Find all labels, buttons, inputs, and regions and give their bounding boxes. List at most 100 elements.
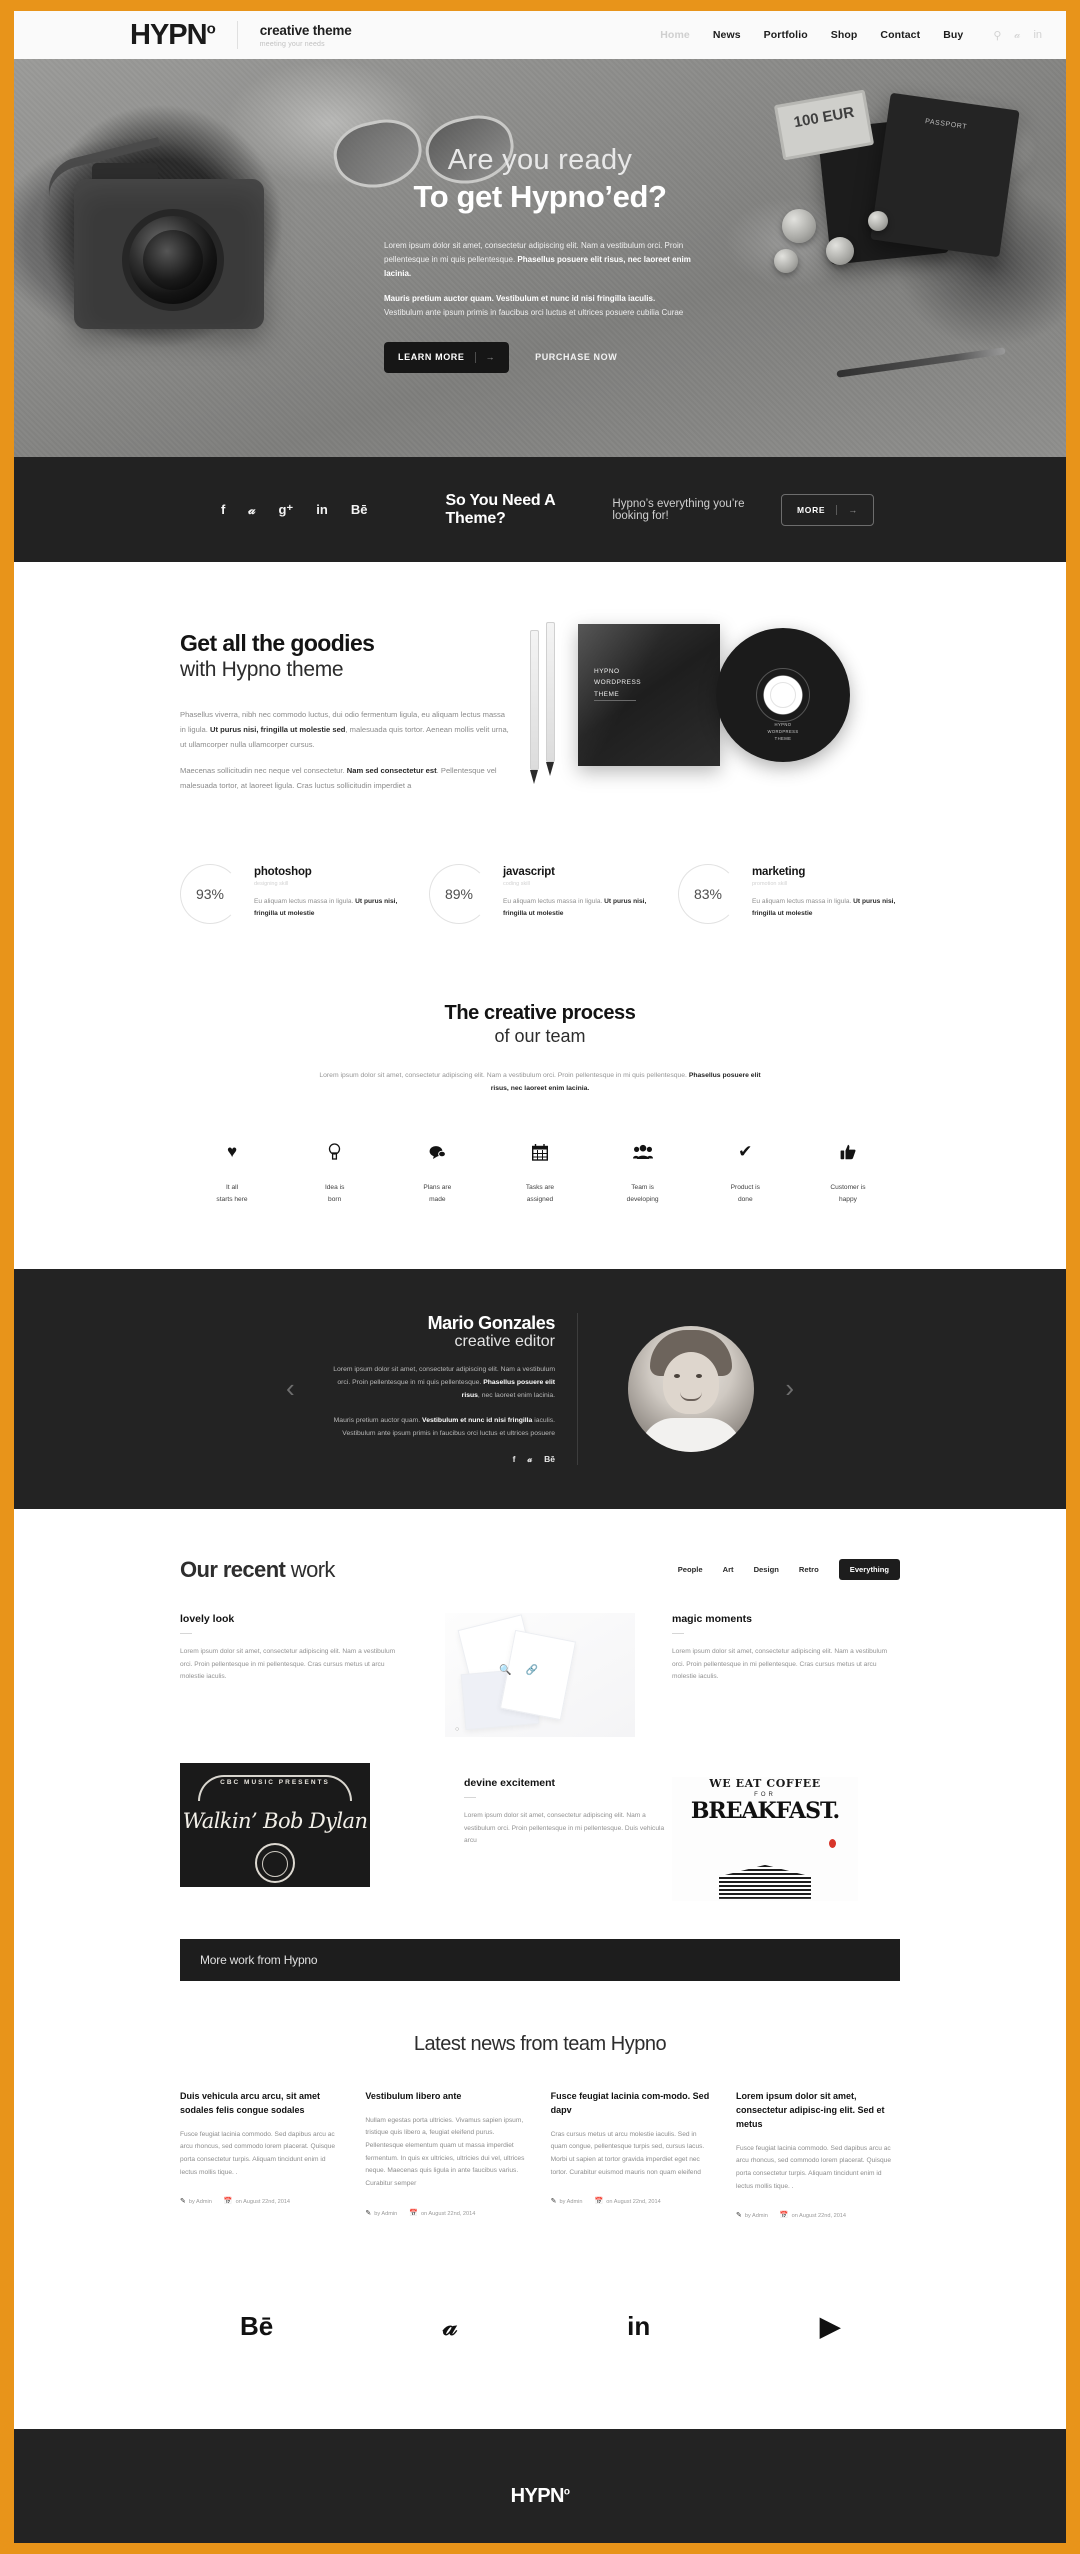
testimonial-body: Lorem ipsum dolor sit amet, consectetur … [326,1363,555,1440]
twitter-icon[interactable]: 𝒶 [248,502,255,518]
behance-icon[interactable]: Bē [544,1454,555,1465]
process-step: ✔ Product is done [703,1139,787,1204]
twitter-icon[interactable]: 𝒶 [1014,29,1020,42]
news-post[interactable]: Lorem ipsum dolor sit amet, consectetur … [736,2090,900,2219]
testimonial-p2-b: Vestibulum et nunc id nisi fringilla [422,1416,533,1424]
skill-progress-circle: 93% [180,863,240,924]
nav-item-portfolio[interactable]: Portfolio [764,29,808,41]
portfolio-filters[interactable]: People Art Design Retro Everything [678,1559,900,1581]
process-step: ♥ It all starts here [190,1139,274,1204]
features-p1-b: Ut purus nisi, fringilla ut molestie sed [209,724,346,734]
features-body: Phasellus viverra, nibh nec commodo luct… [180,708,510,794]
cta-more-button[interactable]: MORE → [780,493,874,526]
main-navigation[interactable]: Home News Portfolio Shop Contact Buy ⚲ 𝒶… [637,29,1042,42]
portfolio-item-title: devine excitement [464,1776,556,1789]
skill-subtitle: coding skill [503,880,530,887]
title-divider [672,1632,684,1634]
news-post-date: on August 22nd, 2014 [791,2213,847,2220]
nav-item-buy[interactable]: Buy [943,29,963,41]
nav-item-news[interactable]: News [713,29,741,41]
pen-body [530,630,539,770]
header-divider [236,21,238,49]
testimonial-prev-arrow[interactable]: ‹ [286,1373,295,1404]
portfolio-item-body: Lorem ipsum dolor sit amet, consectetur … [672,1647,888,1681]
title-divider [464,1796,476,1798]
portfolio-thumbnail-coffee[interactable]: WE EAT COFFEE FOR BREAKFAST. [672,1763,900,1901]
behance-icon[interactable]: Bē [351,502,368,517]
page-root: HYPNo creative theme meeting your needs … [14,11,1066,2543]
twitter-icon[interactable]: 𝒶 [527,1454,532,1465]
testimonial-p1-c: , nec laoreet enim lacinia. [477,1392,555,1400]
testimonial-social-links[interactable]: f 𝒶 Bē [326,1454,555,1465]
skill-percent: 83% [693,885,723,902]
nav-item-shop[interactable]: Shop [831,29,858,41]
news-post[interactable]: Vestibulum libero ante Nullam egestas po… [365,2090,529,2219]
learn-more-button[interactable]: LEARN MORE → [384,341,510,373]
pencil-icon: ✎ [550,2198,557,2206]
filter-everything[interactable]: Everything [838,1559,900,1581]
skill-percent: 89% [444,885,474,902]
process-section: The creative process of our team Lorem i… [14,1002,1066,1205]
filter-art[interactable]: Art [723,1565,734,1574]
news-post[interactable]: Fusce feugiat lacinia com-modo. Sed dapv… [551,2090,715,2219]
footer-logo[interactable]: HYPNo [511,2485,570,2508]
skill-body-a: Eu aliquam lectus massa in ligula. [503,897,605,905]
link-icon[interactable]: 🔗 [525,1665,537,1676]
arrow-right-icon: → [848,504,858,515]
process-step: Tasks are assigned [498,1139,582,1204]
footer-logo-superscript: o [563,2486,570,2498]
tagline: creative theme [259,22,352,38]
news-post-title: Duis vehicula arcu arcu, sit amet sodale… [180,2090,321,2115]
skill-item: 93% photoshop designing skill Eu aliquam… [180,863,402,924]
filter-retro[interactable]: Retro [799,1565,819,1574]
nav-item-contact[interactable]: Contact [880,29,920,41]
testimonial-next-arrow[interactable]: › [785,1373,794,1404]
title-divider [180,1632,192,1634]
nav-item-home[interactable]: Home [660,29,690,41]
linkedin-icon[interactable]: in [627,2311,650,2343]
group-icon [601,1139,685,1165]
news-post-body: Cras cursus metus ut arcu molestie iacul… [550,2130,705,2176]
search-icon[interactable]: ⚲ [993,29,1001,42]
pens-illustration [530,622,564,784]
filter-design[interactable]: Design [754,1565,779,1574]
brand-logo[interactable]: HYPNo creative theme meeting your needs [130,20,352,50]
features-heading: Get all the goodies [180,630,375,656]
footer-social-row[interactable]: Bē 𝒶 in ▶ [180,2311,900,2343]
dylan-top-text: CBC MUSIC PRESENTS [220,1778,330,1786]
youtube-icon[interactable]: ▶ [820,2311,840,2343]
heart-icon: ♥ [226,1142,238,1162]
news-post[interactable]: Duis vehicula arcu arcu, sit amet sodale… [180,2090,344,2219]
skill-progress-circle: 83% [678,863,738,924]
header-social-links[interactable]: ⚲ 𝒶 in [993,29,1042,42]
tagline-sub: meeting your needs [259,40,325,48]
testimonial-text: Mario Gonzales creative editor Lorem ips… [326,1312,578,1466]
testimonial-section: ‹ › Mario Gonzales creative editor Lorem… [14,1268,1066,1509]
facebook-icon[interactable]: f [221,502,225,517]
hero-p2-a: Mauris pretium auctor quam. Vestibulum e… [384,293,656,303]
purchase-now-button[interactable]: PURCHASE NOW [535,352,617,362]
linkedin-icon[interactable]: in [316,502,328,517]
news-grid: Duis vehicula arcu arcu, sit amet sodale… [180,2090,900,2219]
more-work-bar[interactable]: More work from Hypno [180,1938,900,1981]
portfolio-thumbnail-dylan[interactable]: CBC MUSIC PRESENTS Walkin’ Bob Dylan [180,1762,408,1887]
news-post-meta: ✎ by Admin 📅 on August 22nd, 2014 [736,2211,900,2219]
calendar-icon [498,1139,582,1165]
twitter-icon[interactable]: 𝒶 [443,2311,457,2343]
button-separator [474,351,476,363]
skills-row: 93% photoshop designing skill Eu aliquam… [180,863,900,924]
process-step-label: Product is done [730,1184,760,1203]
more-work-bold: More work [200,1952,258,1967]
calendar-icon: 📅 [409,2209,418,2217]
facebook-icon[interactable]: f [513,1454,516,1465]
portfolio-thumbnail-documents[interactable]: 🔍 🔗 ○ [408,1612,672,1737]
site-header: HYPNo creative theme meeting your needs … [14,11,1066,59]
cta-social-links[interactable]: f 𝒶 g⁺ in Bē [221,502,367,518]
zoom-icon[interactable]: 🔍 [499,1665,511,1676]
news-post-meta: ✎ by Admin 📅 on August 22nd, 2014 [551,2197,715,2205]
filter-people[interactable]: People [678,1565,703,1574]
linkedin-icon[interactable]: in [1033,29,1042,41]
features-section: Get all the goodies with Hypno theme Pha… [14,562,1066,1205]
googleplus-icon[interactable]: g⁺ [278,502,293,518]
behance-icon[interactable]: Bē [240,2311,273,2343]
